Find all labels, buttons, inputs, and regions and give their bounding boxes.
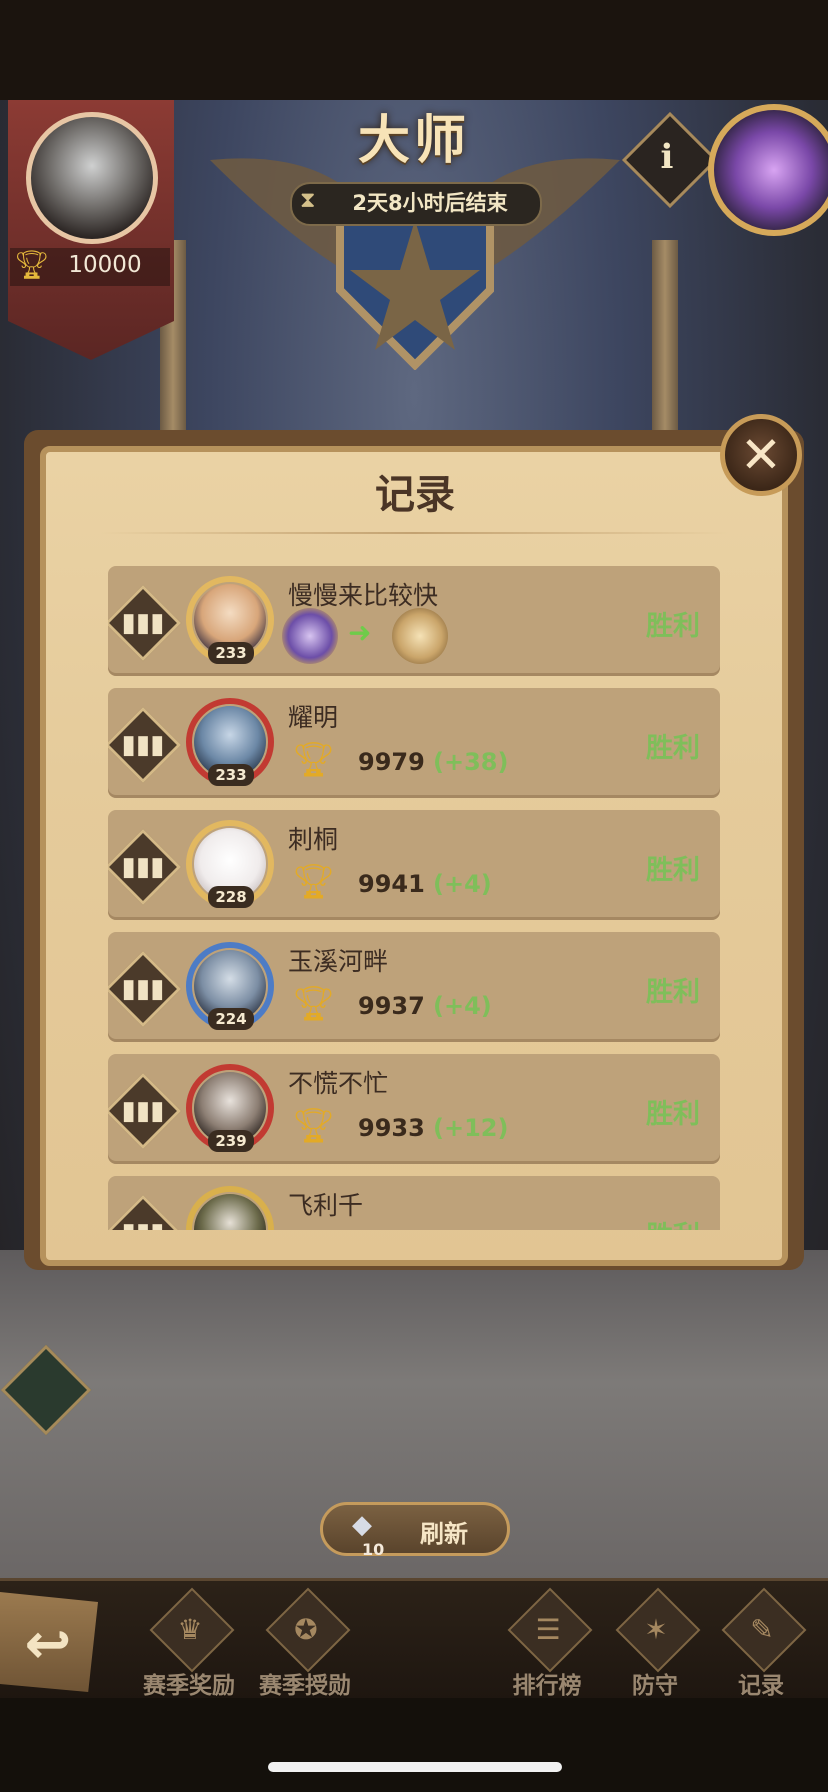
season-badge[interactable] [708,104,828,236]
trophy-count: 9933 [358,1114,425,1142]
shield-icon: ✶ [644,1613,668,1646]
hourglass-icon: ⧗ [300,188,316,213]
result-label: 胜利 [646,733,700,764]
opponent-level: 239 [208,1130,254,1152]
close-icon: ✕ [740,426,782,484]
trophy-icon: 🏆︎ [292,740,336,780]
top-bar [0,0,828,100]
nav-season-medals[interactable]: ✪ 赛季授勋 [250,1587,360,1699]
opponent-level: 224 [208,1008,254,1030]
opponent-level: 228 [208,886,254,908]
trophy-change: (+4) [433,870,492,898]
opponent-avatar[interactable]: 233 [180,572,282,672]
info-icon: i [660,137,674,177]
records-list[interactable]: ▮▮▮ 233 慢慢来比较快 ➜ 胜利 ▮▮▮ 233 耀明 🏆︎ 9979 (… [108,566,720,1230]
nav-records[interactable]: ✎ 记录 [706,1587,816,1699]
opponent-avatar[interactable]: 239 [180,1060,282,1160]
gem-icon: ◆ [352,1510,372,1540]
medal-icon: ✪ [294,1613,318,1646]
opponent-name: 慢慢来比较快 [288,581,439,610]
opponent-level: 233 [208,642,254,664]
refresh-cost: 10 [362,1540,385,1559]
home-indicator[interactable] [268,1762,562,1772]
refresh-label: 刷新 [420,1520,468,1548]
nav-label: 防守 [632,1673,678,1699]
bar-chart-icon: ▮▮▮ [121,608,165,638]
nav-defense[interactable]: ✶ 防守 [600,1587,710,1699]
bar-chart-icon: ▮▮▮ [121,1096,165,1126]
result-label: 胜利 [646,977,700,1008]
record-row[interactable]: ▮▮▮ 228 刺桐 🏆︎ 9941 (+4) 胜利 [108,810,720,920]
opponent-name: 刺桐 [288,825,339,854]
trophy-change: (+38) [433,748,509,776]
panel-title: 记录 [375,472,455,518]
player-avatar[interactable] [26,112,158,244]
chest-icon: ♛ [177,1613,203,1646]
nav-label: 赛季授勋 [259,1673,351,1699]
trophy-count: 9937 [358,992,425,1020]
scroll-icon: ☰ [535,1613,561,1646]
opponent-avatar[interactable]: 233 [180,694,282,794]
arrow-right-icon: ➜ [348,616,372,649]
refresh-button[interactable] [320,1502,510,1556]
trophy-change: (+12) [433,1114,509,1142]
bottom-strip [0,1698,828,1792]
trophy-icon: 🏆︎ [292,1106,336,1146]
result-label: 胜利 [646,611,700,642]
opponent-name: 飞利千 [288,1191,364,1220]
trophy-count: 9979 [358,748,425,776]
opponent-name: 不慌不忙 [288,1069,389,1098]
record-row[interactable]: ▮▮▮ 233 耀明 🏆︎ 9979 (+38) 胜利 [108,688,720,798]
trophy-icon: 🏆︎ [292,984,336,1024]
nav-label: 排行榜 [512,1673,582,1699]
opponent-avatar[interactable]: 224 [180,938,282,1038]
opponent-avatar[interactable]: 228 [180,816,282,916]
bar-chart-icon: ▮▮▮ [116,1206,170,1230]
document-icon: ✎ [750,1613,774,1646]
trophy-icon: 🏆︎ [292,862,336,902]
rank-badge-from-icon [282,608,338,664]
opponent-avatar[interactable] [180,1182,282,1230]
opponent-name: 耀明 [288,703,339,732]
record-row[interactable]: ▮▮▮ 233 慢慢来比较快 ➜ 胜利 [108,566,720,676]
nav-label: 记录 [738,1673,784,1699]
bar-chart-icon: ▮▮▮ [121,974,165,1004]
nav-label: 赛季奖励 [143,1673,235,1699]
profile-trophy-count: 10000 [68,252,142,278]
opponent-level: 233 [208,764,254,786]
arch-pillar-right [652,240,678,450]
record-row[interactable]: ▮▮▮ 224 玉溪河畔 🏆︎ 9937 (+4) 胜利 [108,932,720,1042]
title-divider [100,532,728,534]
rank-title: 大师 [357,111,470,171]
trophy-count: 9941 [358,870,425,898]
back-arrow-icon: ↩ [24,1612,72,1677]
nav-leaderboard[interactable]: ☰ 排行榜 [492,1587,602,1699]
season-timer-text: 2天8小时后结束 [352,191,508,215]
result-label: 胜利 [646,1214,700,1230]
trophy-icon: 🏆︎ [14,248,50,281]
nav-season-rewards[interactable]: ♛ 赛季奖励 [134,1587,244,1699]
record-row[interactable]: ▮▮▮ 飞利千 胜利 [108,1176,720,1230]
bar-chart-icon: ▮▮▮ [121,730,165,760]
bar-chart-icon: ▮▮▮ [121,852,165,882]
trophy-change: (+4) [433,992,492,1020]
rank-badge-to-icon [392,608,448,664]
result-label: 胜利 [646,1099,700,1130]
result-label: 胜利 [646,855,700,886]
opponent-name: 玉溪河畔 [288,947,389,976]
record-row[interactable]: ▮▮▮ 239 不慌不忙 🏆︎ 9933 (+12) 胜利 [108,1054,720,1164]
